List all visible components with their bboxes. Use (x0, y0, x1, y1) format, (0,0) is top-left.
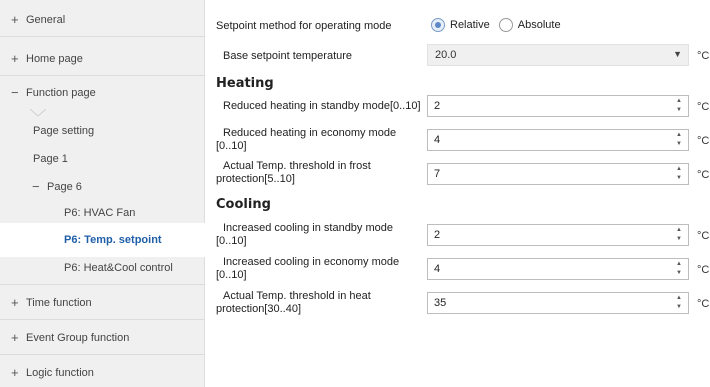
sidebar-item-time-function[interactable]: + Time function (0, 286, 205, 320)
unit-label: °C (697, 230, 710, 242)
spin-up-icon[interactable]: ▲ (676, 295, 682, 301)
sidebar-item-label: Logic function (26, 367, 94, 379)
cooling-economy-label-range: [0..10] (216, 269, 247, 281)
spin-up-icon[interactable]: ▲ (676, 227, 682, 233)
cooling-standby-label: Increased cooling in standby mode (223, 222, 393, 234)
frost-threshold-spinbox[interactable]: ▲▼ (427, 163, 689, 185)
spin-up-icon[interactable]: ▲ (676, 132, 682, 138)
spin-down-icon[interactable]: ▼ (676, 141, 682, 147)
unit-label: °C (697, 169, 710, 181)
unit-label: °C (697, 264, 710, 276)
frost-threshold-label: Actual Temp. threshold in frost (223, 160, 371, 172)
cooling-standby-spinbox[interactable]: ▲▼ (427, 224, 689, 246)
sidebar-item-label: P6: Heat&Cool control (64, 262, 173, 274)
radio-absolute[interactable]: Absolute (498, 18, 561, 32)
sidebar-item-p6-heat-cool-control[interactable]: P6: Heat&Cool control (0, 251, 205, 285)
setpoint-method-radio-group: Relative Absolute (431, 17, 570, 33)
expand-icon: + (11, 12, 19, 27)
radio-relative[interactable]: Relative (431, 18, 490, 32)
sidebar-item-label: Function page (26, 87, 96, 99)
sidebar-item-label: Event Group function (26, 332, 130, 344)
heating-standby-label: Reduced heating in standby mode[0..10] (223, 100, 421, 112)
radio-unselected-icon (498, 18, 513, 32)
spin-up-icon[interactable]: ▲ (676, 166, 682, 172)
sidebar-item-home-page[interactable]: + Home page (0, 42, 205, 76)
setpoint-method-label: Setpoint method for operating mode (216, 20, 392, 32)
sidebar-item-event-group-function[interactable]: + Event Group function (0, 321, 205, 355)
spin-down-icon[interactable]: ▼ (676, 107, 682, 113)
frost-threshold-label-range: protection[5..10] (216, 173, 295, 185)
sidebar-item-label: Time function (26, 297, 92, 309)
sidebar-item-function-page[interactable]: − Function page (0, 76, 205, 110)
expand-icon: + (11, 365, 19, 380)
unit-label: °C (697, 135, 710, 147)
expand-icon: + (11, 51, 19, 66)
heating-standby-input[interactable] (428, 96, 668, 116)
heat-threshold-label-range: protection[30..40] (216, 303, 302, 315)
heating-section-title: Heating (216, 76, 274, 91)
heating-economy-input[interactable] (428, 130, 668, 150)
radio-label: Relative (450, 19, 490, 31)
sidebar-item-general[interactable]: + General (0, 3, 205, 37)
expand-icon: + (11, 330, 19, 345)
sidebar-item-label: General (26, 14, 66, 26)
caret-down-icon: ▼ (673, 49, 682, 59)
spin-down-icon[interactable]: ▼ (676, 175, 682, 181)
main-panel: Setpoint method for operating mode Relat… (206, 0, 710, 387)
cooling-standby-label-range: [0..10] (216, 235, 247, 247)
expand-icon: + (11, 295, 19, 310)
sidebar-item-logic-function[interactable]: + Logic function (0, 356, 205, 387)
spin-up-icon[interactable]: ▲ (676, 261, 682, 267)
cooling-standby-input[interactable] (428, 225, 668, 245)
heating-economy-spinbox[interactable]: ▲▼ (427, 129, 689, 151)
spin-down-icon[interactable]: ▼ (676, 304, 682, 310)
sidebar-item-label: Home page (26, 53, 83, 65)
heat-threshold-label: Actual Temp. threshold in heat (223, 290, 371, 302)
sidebar: + General + Home page − Function page Pa… (0, 0, 205, 387)
heating-economy-label-range: [0..10] (216, 140, 247, 152)
collapse-icon: − (11, 85, 19, 100)
unit-label: °C (697, 50, 710, 62)
cooling-economy-label: Increased cooling in economy mode (223, 256, 400, 268)
radio-label: Absolute (517, 19, 561, 31)
heat-threshold-input[interactable] (428, 293, 668, 313)
unit-label: °C (697, 298, 710, 310)
base-setpoint-select[interactable]: 20.0 ▼ (427, 44, 689, 66)
heat-threshold-spinbox[interactable]: ▲▼ (427, 292, 689, 314)
radio-selected-icon (431, 18, 445, 32)
spin-up-icon[interactable]: ▲ (676, 98, 682, 104)
spin-down-icon[interactable]: ▼ (676, 236, 682, 242)
heating-economy-label: Reduced heating in economy mode (223, 127, 397, 139)
heating-standby-spinbox[interactable]: ▲▼ (427, 95, 689, 117)
frost-threshold-input[interactable] (428, 164, 668, 184)
unit-label: °C (697, 101, 710, 113)
cooling-economy-spinbox[interactable]: ▲▼ (427, 258, 689, 280)
cooling-section-title: Cooling (216, 197, 271, 212)
cooling-economy-input[interactable] (428, 259, 668, 279)
spin-down-icon[interactable]: ▼ (676, 270, 682, 276)
select-value: 20.0 (435, 49, 457, 61)
base-setpoint-label: Base setpoint temperature (223, 50, 353, 62)
